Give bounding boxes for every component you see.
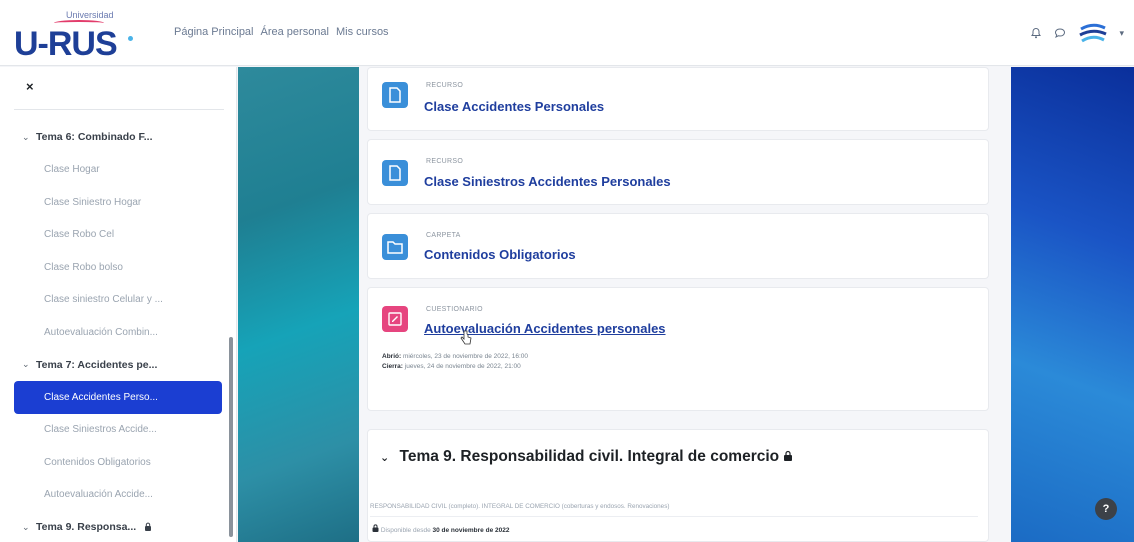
section-title-text: Tema 9. Responsabilidad civil. Integral … xyxy=(399,448,780,465)
sidebar-item-label: Tema 9. Responsa... xyxy=(36,521,137,534)
sidebar-item-autoevaluacion-combinado[interactable]: Autoevaluación Combin... xyxy=(14,316,222,349)
divider xyxy=(14,109,224,110)
activity-type: RECURSO xyxy=(426,82,464,89)
chevron-down-icon[interactable]: ⌄ xyxy=(380,452,389,464)
section-title[interactable]: ⌄ Tema 9. Responsabilidad civil. Integra… xyxy=(380,448,793,466)
sidebar-item-clase-robo-cel[interactable]: Clase Robo Cel xyxy=(14,219,222,252)
activity-link[interactable]: Clase Accidentes Personales xyxy=(424,99,604,114)
lock-icon xyxy=(372,524,381,534)
sidebar-item-clase-siniestro-celular[interactable]: Clase siniestro Celular y ... xyxy=(14,284,222,317)
nav-link-personal-area[interactable]: Área personal xyxy=(261,26,330,38)
availability-prefix: Disponible desde xyxy=(380,527,431,534)
sidebar-section-tema-6[interactable]: ⌄ Tema 6: Combinado F... xyxy=(14,121,222,154)
file-icon xyxy=(382,160,408,186)
course-content: RECURSO Clase Accidentes Personales RECU… xyxy=(359,67,1011,542)
background-image-right xyxy=(1011,67,1134,542)
activity-card: CUESTIONARIO Autoevaluación Accidentes p… xyxy=(367,287,989,411)
quiz-dates: Abrió: miércoles, 23 de noviembre de 202… xyxy=(382,352,528,372)
divider xyxy=(370,516,978,517)
section-availability: Disponible desde 30 de noviembre de 2022 xyxy=(372,524,509,534)
course-index-list: ⌄ Tema 6: Combinado F... Clase Hogar Clas… xyxy=(14,121,222,542)
activity-type: CARPETA xyxy=(426,232,461,239)
sidebar-item-label: Tema 7: Accidentes pe... xyxy=(36,358,158,371)
sidebar-item-clase-siniestros-accidentes[interactable]: Clase Siniestros Accide... xyxy=(14,414,222,447)
chevron-down-icon[interactable]: ▾ xyxy=(1119,28,1124,39)
activity-link[interactable]: Contenidos Obligatorios xyxy=(424,247,576,262)
sidebar-scrollbar[interactable] xyxy=(229,337,233,537)
sidebar-item-label: Clase Accidentes Perso... xyxy=(44,391,158,403)
sidebar-item-clase-robo-bolso[interactable]: Clase Robo bolso xyxy=(14,251,222,284)
folder-icon xyxy=(382,234,408,260)
opens-label: Abrió: xyxy=(382,353,402,360)
chevron-down-icon[interactable]: ⌄ xyxy=(22,522,36,533)
course-index-drawer: × ⌄ Tema 6: Combinado F... Clase Hogar Cl… xyxy=(0,67,237,542)
activity-type: RECURSO xyxy=(426,158,464,165)
sidebar-item-label: Clase Robo Cel xyxy=(44,229,115,241)
activity-type: CUESTIONARIO xyxy=(426,306,483,313)
pointer-cursor-icon xyxy=(460,330,472,349)
nav-link-home[interactable]: Página Principal xyxy=(174,26,254,38)
opens-value: miércoles, 23 de noviembre de 2022, 16:0… xyxy=(402,353,528,360)
sidebar-item-label: Autoevaluación Combin... xyxy=(44,326,158,338)
lock-icon xyxy=(144,522,152,533)
sidebar-item-label: Tema 6: Combinado F... xyxy=(36,131,153,144)
quiz-icon xyxy=(382,306,408,332)
bell-icon[interactable] xyxy=(1029,26,1043,40)
sidebar-item-label: Clase Siniestros Accide... xyxy=(44,424,157,436)
sidebar-item-label: Clase Robo bolso xyxy=(44,261,123,273)
close-icon[interactable]: × xyxy=(26,79,34,94)
sidebar-item-label: Autoevaluación Accide... xyxy=(44,489,153,501)
sidebar-item-clase-accidentes-personales[interactable]: Clase Accidentes Perso... xyxy=(14,381,222,414)
sidebar-item-label: Clase siniestro Celular y ... xyxy=(44,294,163,306)
background-image-left xyxy=(238,67,359,542)
main-nav: Página Principal Área personal Mis curso… xyxy=(174,26,389,38)
activity-card: RECURSO Clase Accidentes Personales xyxy=(367,67,989,131)
sidebar-item-autoevaluacion-accidentes[interactable]: Autoevaluación Accide... xyxy=(14,479,222,512)
activity-link[interactable]: Clase Siniestros Accidentes Personales xyxy=(424,174,671,189)
activity-card: CARPETA Contenidos Obligatorios xyxy=(367,213,989,279)
sidebar-item-label: Contenidos Obligatorios xyxy=(44,456,151,468)
top-navbar: Universidad U-RUS Página Principal Área … xyxy=(0,0,1134,66)
nav-link-my-courses[interactable]: Mis cursos xyxy=(336,26,389,38)
user-nav: ▾ xyxy=(1029,18,1124,48)
closes-value: jueves, 24 de noviembre de 2022, 21:00 xyxy=(404,363,521,370)
sidebar-item-label: Clase Siniestro Hogar xyxy=(44,196,142,208)
activity-card: RECURSO Clase Siniestros Accidentes Pers… xyxy=(367,139,989,205)
section-description: RESPONSABILIDAD CIVIL (completo). INTEGR… xyxy=(370,503,670,510)
help-button[interactable]: ? xyxy=(1095,498,1117,520)
sidebar-section-tema-7[interactable]: ⌄ Tema 7: Accidentes pe... xyxy=(14,349,222,382)
chevron-down-icon[interactable]: ⌄ xyxy=(22,132,36,143)
sidebar-item-clase-hogar[interactable]: Clase Hogar xyxy=(14,154,222,187)
chevron-down-icon[interactable]: ⌄ xyxy=(22,359,36,370)
availability-date: 30 de noviembre de 2022 xyxy=(432,527,510,534)
university-logo[interactable]: Universidad U-RUS xyxy=(14,10,150,63)
logo-text: U-RUS xyxy=(14,25,118,63)
lock-icon xyxy=(783,448,793,465)
sidebar-item-contenidos-obligatorios[interactable]: Contenidos Obligatorios xyxy=(14,446,222,479)
chat-icon[interactable] xyxy=(1053,26,1067,40)
sidebar-section-tema-9[interactable]: ⌄ Tema 9. Responsa... xyxy=(14,511,222,542)
sidebar-item-label: Clase Hogar xyxy=(44,164,100,176)
user-avatar[interactable] xyxy=(1077,18,1109,48)
course-section-tema-9: ⌄ Tema 9. Responsabilidad civil. Integra… xyxy=(367,429,989,542)
logo-subtitle: Universidad xyxy=(66,10,114,20)
file-icon xyxy=(382,82,408,108)
closes-label: Cierra: xyxy=(382,363,403,370)
sidebar-item-clase-siniestro-hogar[interactable]: Clase Siniestro Hogar xyxy=(14,186,222,219)
logo-dot xyxy=(128,36,133,41)
